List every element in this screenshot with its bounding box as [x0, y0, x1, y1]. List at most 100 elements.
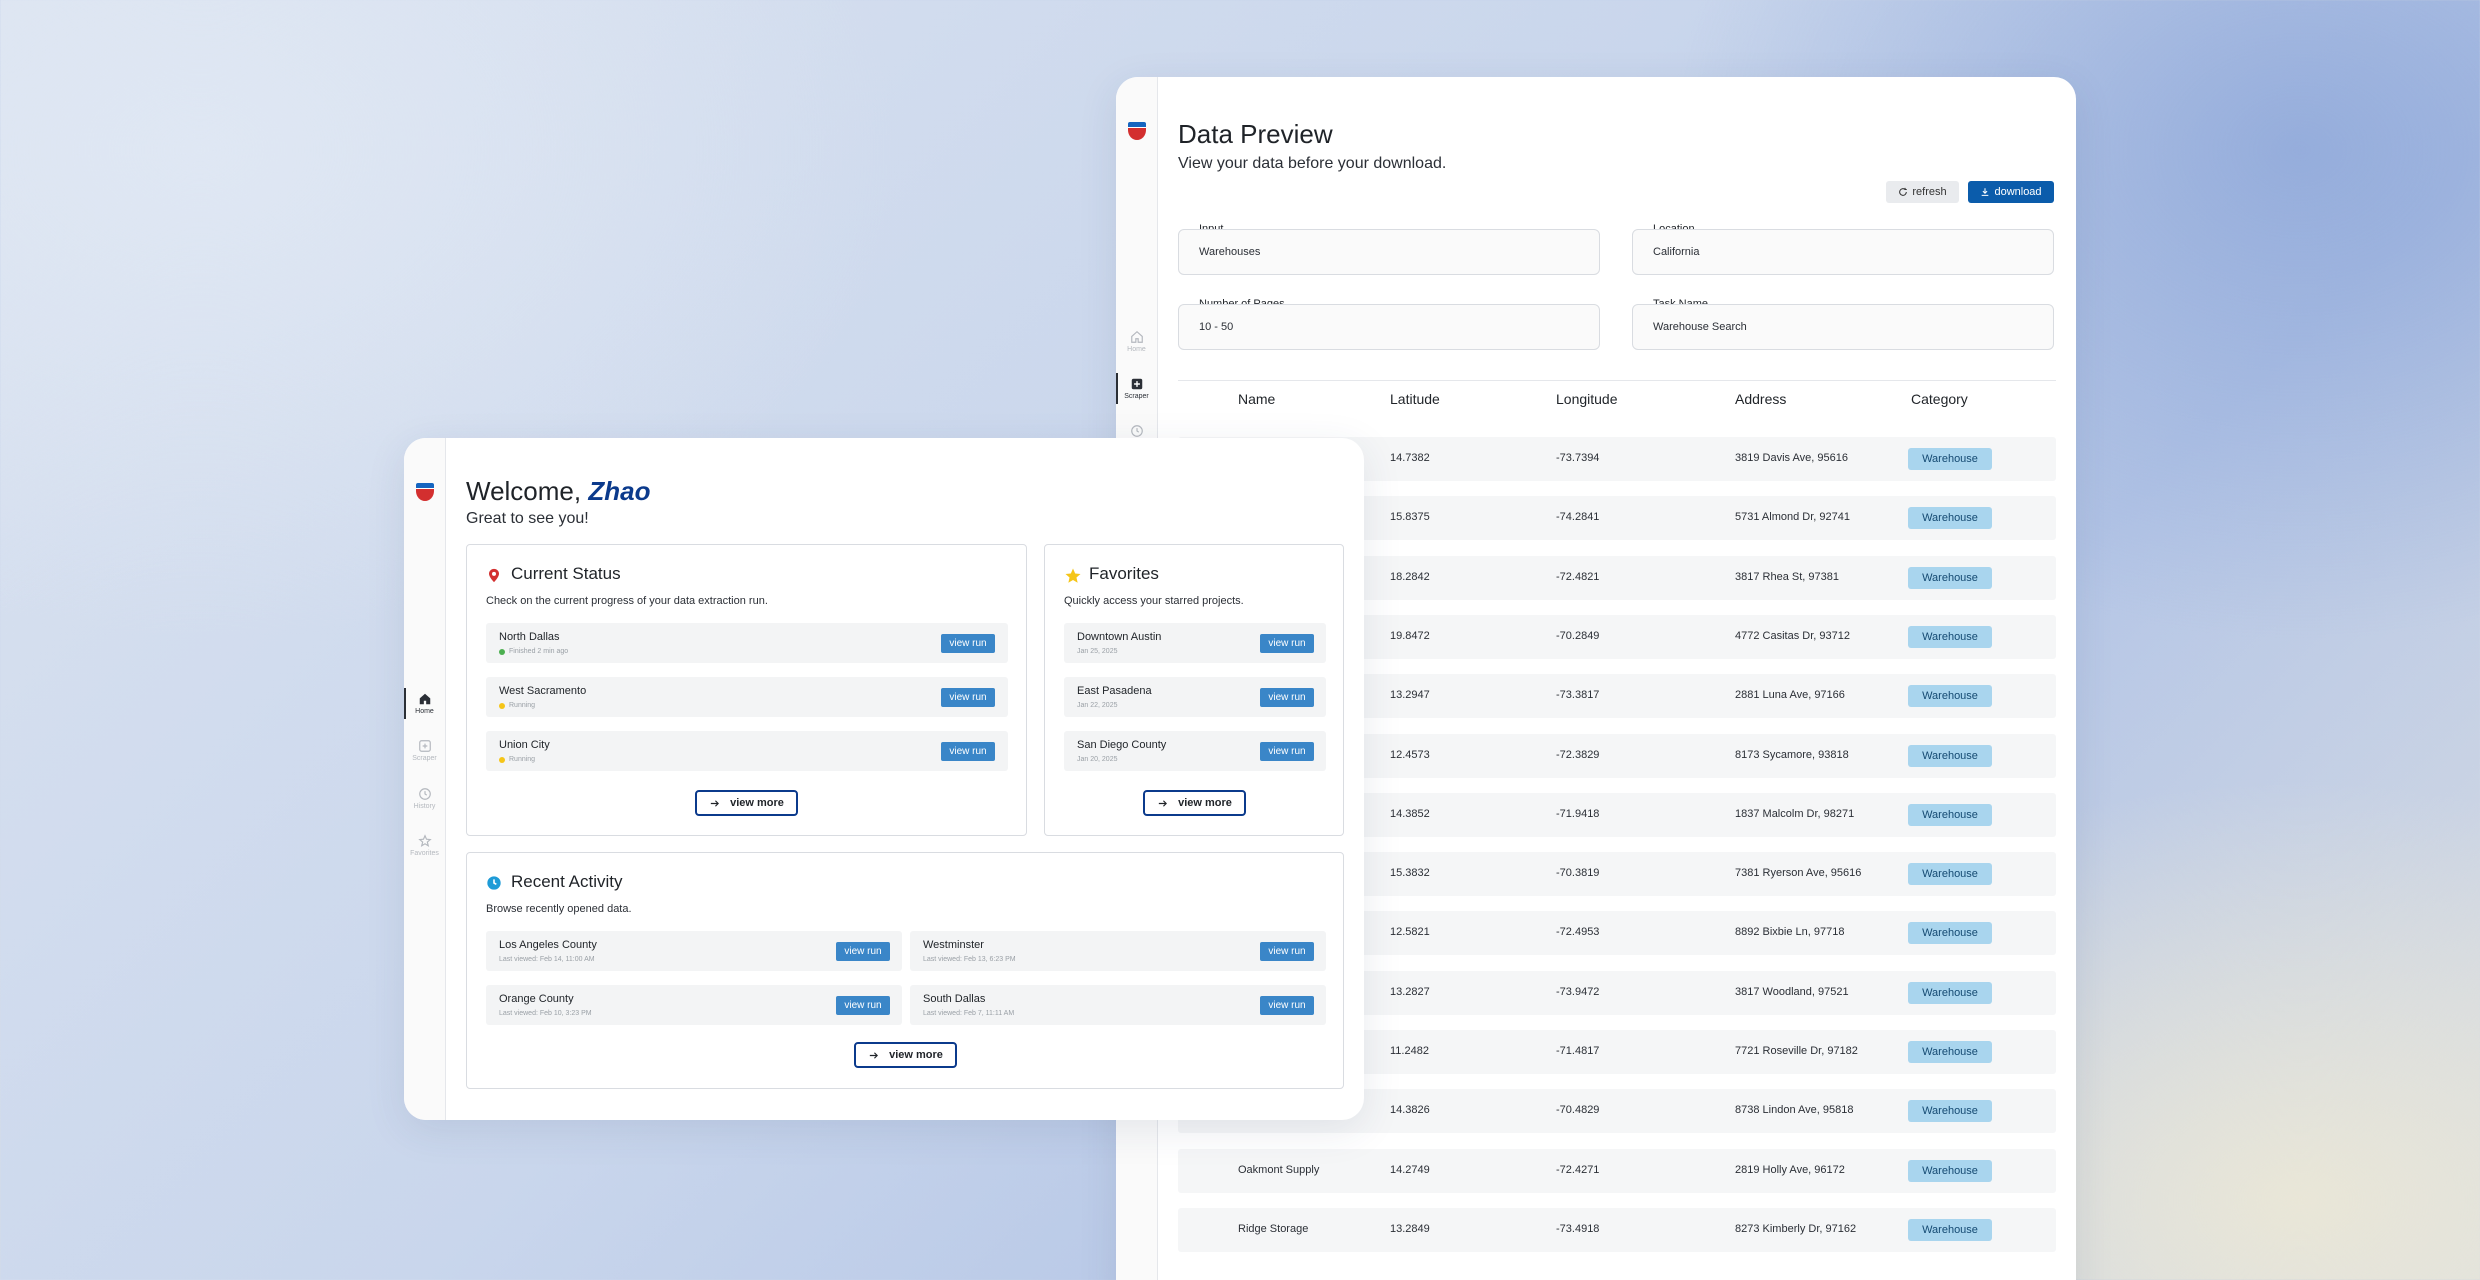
view-more-label: view more [889, 1049, 943, 1061]
list-item: Los Angeles County Last viewed: Feb 14, 1… [486, 931, 902, 971]
table-row: Oakmont Supply 14.2749 -72.4271 2819 Holly … [1178, 1148, 2056, 1193]
table-cell-name: Oakmont Supply [1238, 1163, 1320, 1176]
item-meta-text: Last viewed: Feb 10, 3:23 PM [499, 1010, 592, 1017]
clock-icon [418, 788, 431, 800]
column-header: Address [1735, 391, 1787, 407]
nav-history[interactable] [1116, 424, 1157, 438]
item-meta-text: Jan 20, 2025 [1077, 756, 1118, 763]
category-badge: Warehouse [1908, 507, 1992, 530]
category-badge: Warehouse [1908, 1159, 1992, 1182]
item-name: Downtown Austin [1077, 631, 1162, 643]
welcome-subtitle: Great to see you! [466, 510, 589, 527]
view-run-button[interactable]: view run [836, 996, 890, 1015]
download-button[interactable]: download [1968, 181, 2054, 203]
arrow-right-icon [710, 799, 720, 807]
table-cell-lon: -70.3819 [1556, 867, 1600, 880]
side-rail: Home Scraper History Favorites [404, 438, 446, 1120]
item-name: Westminster [923, 939, 984, 951]
item-meta-text: Jan 25, 2025 [1077, 648, 1118, 655]
chevron-logo-icon [1128, 122, 1146, 142]
column-header: Latitude [1390, 391, 1440, 407]
nav-favorites-label: Favorites [410, 850, 439, 857]
nav-history[interactable]: History [404, 787, 445, 810]
list-item: North Dallas Finished 2 min ago view run [486, 623, 1008, 663]
nav-scraper[interactable]: Scraper [404, 739, 445, 762]
pages-field[interactable]: 10 - 50 [1178, 304, 1600, 350]
view-run-button[interactable]: view run [941, 688, 995, 707]
nav-scraper[interactable]: Scraper [1116, 373, 1157, 404]
nav-home[interactable]: Home [404, 688, 445, 719]
item-name: North Dallas [499, 631, 560, 643]
card-title: Favorites [1089, 564, 1159, 583]
category-badge: Warehouse [1908, 1218, 1992, 1241]
table-cell-address: 2881 Luna Ave, 97166 [1735, 689, 1845, 702]
category-badge: Warehouse [1908, 863, 1992, 886]
welcome-window: Home Scraper History Favorites Welcome, … [404, 438, 1364, 1120]
table-cell-lon: -74.2841 [1556, 511, 1600, 524]
table-row: Ridge Storage 13.2849 -73.4918 8273 Kimberl… [1178, 1207, 2056, 1252]
status-dot-icon [499, 756, 505, 763]
category-badge: Warehouse [1908, 744, 1992, 767]
item-meta: Running [499, 756, 535, 763]
table-cell-address: 3819 Davis Ave, 95616 [1735, 452, 1848, 464]
task-field[interactable]: Warehouse Search [1632, 304, 2054, 350]
item-meta-text: Last viewed: Feb 13, 6:23 PM [923, 956, 1016, 963]
table-cell-lat: 14.3826 [1390, 1104, 1430, 1117]
category-badge: Warehouse [1908, 1100, 1992, 1123]
table-cell-address: 3817 Woodland, 97521 [1735, 985, 1849, 998]
list-item: Downtown Austin Jan 25, 2025 view run [1064, 623, 1326, 663]
table-cell-address: 8892 Bixbie Ln, 97718 [1735, 926, 1845, 939]
input-value: Warehouses [1199, 246, 1261, 258]
view-more-button[interactable]: view more [854, 1042, 957, 1068]
view-run-button[interactable]: view run [1260, 942, 1314, 961]
category-badge: Warehouse [1908, 981, 1992, 1004]
table-cell-address: 7721 Roseville Dr, 97182 [1735, 1045, 1858, 1057]
category-badge: Warehouse [1908, 448, 1992, 470]
category-badge: Warehouse [1908, 803, 1992, 826]
item-name: Union City [499, 739, 550, 751]
nav-home[interactable]: Home [1116, 330, 1157, 353]
item-meta: Last viewed: Feb 13, 6:23 PM [923, 956, 1016, 963]
table-cell-lat: 14.2749 [1390, 1163, 1430, 1176]
card-title: Recent Activity [511, 872, 623, 891]
item-meta: Finished 2 min ago [499, 648, 568, 655]
view-more-label: view more [1178, 797, 1232, 809]
refresh-icon [1899, 187, 1908, 196]
input-field[interactable]: Warehouses [1178, 229, 1600, 275]
list-item: Westminster Last viewed: Feb 13, 6:23 PM v… [910, 931, 1326, 971]
table-cell-lat: 13.2827 [1390, 985, 1430, 998]
current-status-card: Current Status Check on the current prog… [466, 544, 1027, 836]
item-name: San Diego County [1077, 739, 1167, 751]
location-field[interactable]: California [1632, 229, 2054, 275]
view-run-button[interactable]: view run [1260, 634, 1314, 653]
table-cell-lon: -70.2849 [1556, 629, 1600, 642]
column-header: Longitude [1556, 391, 1618, 407]
refresh-button[interactable]: refresh [1886, 181, 1959, 203]
table-cell-lat: 14.3852 [1390, 807, 1430, 820]
recent-activity-card: Recent Activity Browse recently opened d… [466, 852, 1344, 1089]
table-cell-address: 8738 Lindon Ave, 95818 [1735, 1104, 1854, 1117]
welcome-heading: Welcome, Zhao [466, 476, 650, 507]
table-cell-address: 7381 Ryerson Ave, 95616 [1735, 867, 1862, 880]
table-cell-address: 2819 Holly Ave, 96172 [1735, 1163, 1845, 1176]
star-outline-icon [417, 834, 432, 848]
item-meta-text: Running [509, 702, 536, 709]
view-run-button[interactable]: view run [1260, 742, 1314, 761]
arrow-right-icon [869, 1051, 879, 1059]
nav-favorites[interactable]: Favorites [404, 834, 445, 857]
card-title: Current Status [511, 564, 621, 583]
item-meta: Jan 25, 2025 [1077, 648, 1117, 655]
home-icon [1130, 330, 1143, 343]
view-run-button[interactable]: view run [836, 942, 890, 961]
item-meta: Running [499, 702, 535, 709]
view-more-button[interactable]: view more [695, 790, 798, 816]
category-badge: Warehouse [1908, 625, 1992, 648]
view-run-button[interactable]: view run [941, 742, 995, 761]
view-run-button[interactable]: view run [1260, 688, 1314, 707]
nav-scraper-label: Scraper [412, 755, 437, 762]
table-header: Name Latitude Longitude Address Category [1178, 380, 2056, 414]
location-value: California [1653, 246, 1700, 258]
view-run-button[interactable]: view run [941, 634, 995, 653]
view-more-button[interactable]: view more [1143, 790, 1246, 816]
view-run-button[interactable]: view run [1260, 996, 1314, 1015]
